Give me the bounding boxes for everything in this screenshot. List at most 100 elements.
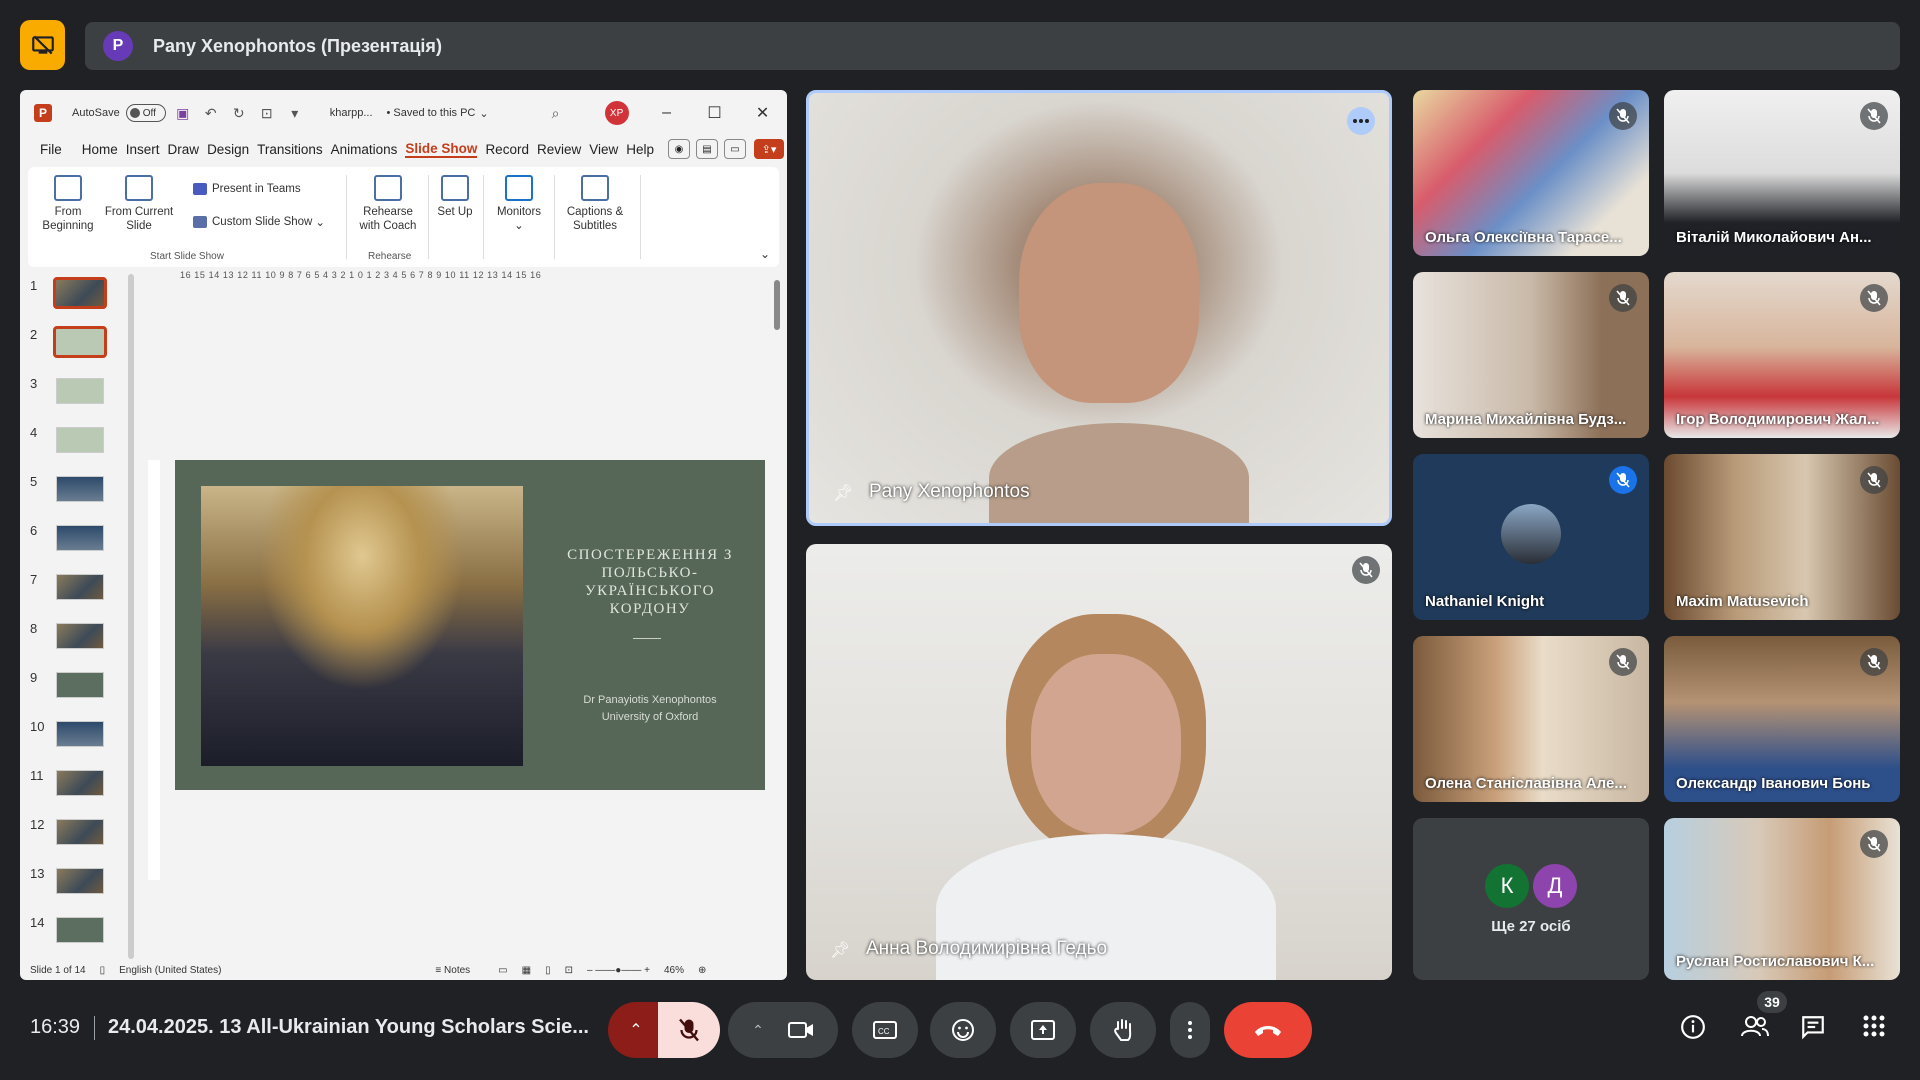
present-screen-button[interactable] (1010, 1002, 1076, 1058)
set-up-button[interactable]: Set Up (435, 175, 475, 219)
saved-status[interactable]: • Saved to this PC (387, 107, 476, 119)
fit-to-window-icon[interactable]: ⊕ (698, 965, 706, 976)
raise-hand-button[interactable] (1090, 1002, 1156, 1058)
slide-thumbnail[interactable]: 3 (20, 372, 112, 416)
tab-insert[interactable]: Insert (126, 142, 160, 157)
video-tile[interactable]: Віталій Миколайович Ан... (1664, 90, 1900, 256)
rehearse-with-coach-button[interactable]: Rehearse with Coach (353, 175, 423, 233)
participant-video (1019, 183, 1199, 403)
slide-thumbnail[interactable]: 4 (20, 421, 112, 465)
video-tile[interactable]: Ольга Олексіївна Тарасе... (1413, 90, 1649, 256)
close-button[interactable]: ✕ (739, 103, 787, 123)
pin-icon[interactable]: 📌︎ (830, 940, 850, 960)
from-beginning-button[interactable]: From Beginning (38, 175, 98, 233)
mic-off-indicator (1860, 284, 1888, 312)
slide-counter: Slide 1 of 14 (30, 964, 86, 976)
tab-home[interactable]: Home (82, 142, 118, 157)
captions-subtitles-button[interactable]: Captions & Subtitles (560, 175, 630, 233)
record-icon[interactable]: ◉ (668, 139, 691, 159)
search-icon[interactable]: ⌕ (549, 105, 563, 121)
thumbnails-scrollbar[interactable] (128, 274, 134, 959)
save-icon[interactable]: ▣ (176, 105, 190, 121)
minimize-button[interactable]: – (643, 104, 691, 122)
collapse-ribbon-icon[interactable]: ⌄ (760, 247, 770, 261)
video-tile[interactable]: Олександр Іванович Бонь (1664, 636, 1900, 802)
leave-call-button[interactable] (1224, 1002, 1312, 1058)
slide-thumbnail[interactable]: 2 (20, 323, 112, 367)
video-tile[interactable]: Марина Михайлівна Будз... (1413, 272, 1649, 438)
share-button[interactable]: ⇪▾ (754, 139, 785, 159)
camera-toggle-button[interactable]: ⌃ (728, 1002, 838, 1058)
tab-view[interactable]: View (589, 142, 618, 157)
reading-view-icon[interactable]: ▯ (545, 965, 551, 976)
canvas-scrollbar[interactable] (774, 280, 780, 330)
slide-thumbnail[interactable]: 1 (20, 274, 112, 318)
more-participants-tile[interactable]: К Д Ще 27 осіб (1413, 818, 1649, 980)
ppt-statusbar: Slide 1 of 14 ▯ English (United States) … (20, 960, 787, 980)
redo-icon[interactable]: ↻ (232, 105, 246, 121)
normal-view-icon[interactable]: ▭ (498, 965, 507, 976)
zoom-level[interactable]: 46% (664, 965, 684, 976)
comments-icon[interactable]: ▭ (724, 139, 747, 159)
slide-thumbnail[interactable]: 13 (20, 862, 112, 906)
from-current-slide-button[interactable]: From Current Slide (104, 175, 174, 233)
video-tile[interactable]: Ігор Володимирович Жал... (1664, 272, 1900, 438)
language-indicator[interactable]: English (United States) (119, 965, 221, 976)
tab-file[interactable]: File (40, 142, 62, 157)
video-tile-speaker[interactable]: 📌︎ Анна Володимирівна Гедьо (806, 544, 1392, 980)
tab-review[interactable]: Review (537, 142, 581, 157)
tab-help[interactable]: Help (626, 142, 654, 157)
teams-icon[interactable]: ▤ (696, 139, 719, 159)
more-vert-icon (1188, 1021, 1192, 1039)
slide-thumbnail[interactable]: 6 (20, 519, 112, 563)
slide-thumbnail[interactable]: 8 (20, 617, 112, 661)
meeting-info-button[interactable] (1680, 1014, 1706, 1045)
present-in-teams-button[interactable]: Present in Teams (193, 183, 301, 195)
activities-button[interactable] (1862, 1014, 1886, 1043)
autosave-toggle[interactable]: Off (125, 104, 166, 122)
current-slide[interactable]: СПОСТЕРЕЖЕННЯ З ПОЛЬСЬКО-УКРАЇНСЬКОГО КО… (175, 460, 765, 790)
audio-settings-button[interactable]: ⌃ (608, 1002, 664, 1058)
presenting-indicator-button[interactable] (20, 20, 65, 70)
pin-icon[interactable]: 📌︎ (833, 483, 853, 503)
participants-button[interactable] (1740, 1014, 1770, 1045)
maximize-button[interactable]: ☐ (691, 103, 739, 123)
custom-slide-show-button[interactable]: Custom Slide Show ⌄ (193, 215, 325, 229)
customize-toolbar-icon[interactable]: ▾ (288, 105, 302, 121)
tab-record[interactable]: Record (485, 142, 529, 157)
zoom-slider[interactable]: – ——●—— + (587, 965, 650, 976)
monitors-button[interactable]: Monitors ⌄ (490, 175, 548, 233)
more-options-button[interactable] (1170, 1002, 1210, 1058)
tab-transitions[interactable]: Transitions (257, 142, 323, 157)
accessibility-icon[interactable]: ▯ (100, 965, 106, 976)
captions-button[interactable]: CC (852, 1002, 918, 1058)
slide-thumbnail[interactable]: 9 (20, 666, 112, 710)
slideshow-view-icon[interactable]: ⊡ (565, 965, 573, 976)
chevron-down-icon: ⌄ (479, 107, 489, 120)
tile-options-button[interactable] (1347, 107, 1375, 135)
chat-button[interactable] (1800, 1014, 1826, 1045)
video-tile-presenter[interactable]: 📌︎ Pany Xenophontos (806, 90, 1392, 526)
tab-draw[interactable]: Draw (168, 142, 200, 157)
notes-button[interactable]: ≡ Notes (435, 965, 484, 976)
tab-slide-show[interactable]: Slide Show (405, 141, 478, 158)
present-icon[interactable]: ⊡ (260, 105, 274, 121)
tab-design[interactable]: Design (207, 142, 249, 157)
slide-thumbnail[interactable]: 14 (20, 911, 112, 955)
slide-thumbnail[interactable]: 12 (20, 813, 112, 857)
video-tile[interactable]: Руслан Ростиславович К... (1664, 818, 1900, 980)
participant-name: Руслан Ростиславович К... (1676, 953, 1875, 970)
video-tile[interactable]: Maxim Matusevich (1664, 454, 1900, 620)
slide-thumbnail[interactable]: 5 (20, 470, 112, 514)
reactions-button[interactable] (930, 1002, 996, 1058)
video-tile[interactable]: Nathaniel Knight (1413, 454, 1649, 620)
microphone-toggle-button[interactable] (658, 1002, 720, 1058)
slide-thumbnail[interactable]: 10 (20, 715, 112, 759)
slide-sorter-icon[interactable]: ▦ (522, 965, 531, 976)
slide-thumbnail[interactable]: 11 (20, 764, 112, 808)
undo-icon[interactable]: ↶ (204, 105, 218, 121)
video-tile[interactable]: Олена Станіславівна Але... (1413, 636, 1649, 802)
slide-thumbnail[interactable]: 7 (20, 568, 112, 612)
user-avatar[interactable]: XP (604, 101, 629, 125)
tab-animations[interactable]: Animations (331, 142, 398, 157)
